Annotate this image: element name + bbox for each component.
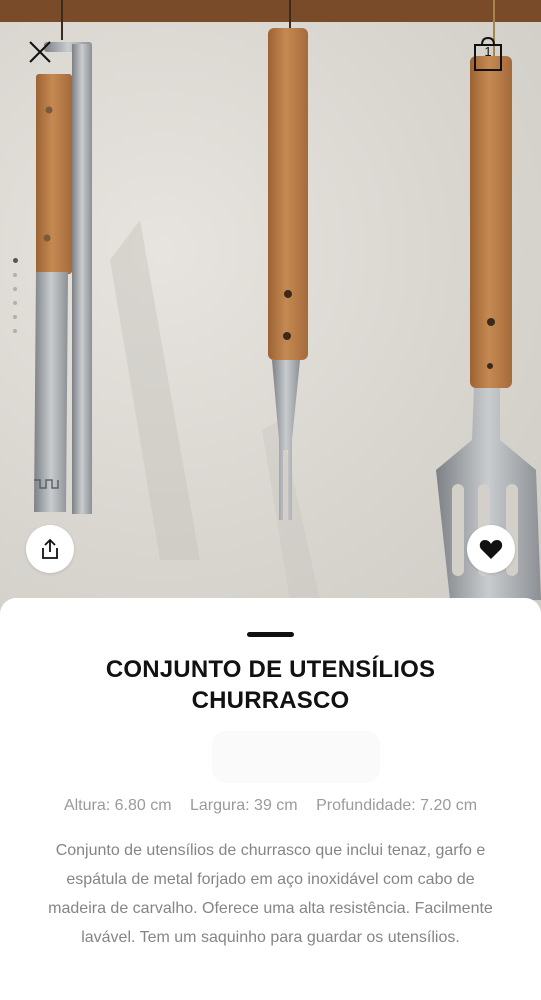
shopping-bag-button[interactable]: 1	[471, 36, 505, 72]
product-detail-screen: 1 CONJUNTO DE UTENSÍLIOS CHURRASCO Altur…	[0, 0, 541, 1000]
pager-dot[interactable]	[13, 287, 17, 291]
pager-dot[interactable]	[13, 273, 17, 277]
product-image[interactable]: 1	[0, 0, 541, 625]
product-description: Conjunto de utensílios de churrasco que …	[48, 842, 493, 946]
close-icon	[29, 41, 51, 63]
image-pager[interactable]	[13, 258, 21, 333]
share-button[interactable]	[26, 525, 74, 573]
close-button[interactable]	[24, 36, 56, 68]
product-title-line: CHURRASCO	[191, 687, 350, 714]
dimension-width: Largura: 39 cm	[190, 797, 298, 814]
pager-dot[interactable]	[13, 258, 18, 263]
share-icon	[42, 538, 58, 559]
heart-icon	[479, 540, 503, 559]
product-title-line: CONJUNTO DE UTENSÍLIOS	[105, 656, 436, 683]
pager-dot[interactable]	[13, 329, 17, 333]
bag-count-badge: 1	[484, 44, 492, 59]
product-title: CONJUNTO DE UTENSÍLIOS CHURRASCO	[40, 654, 501, 716]
pager-dot[interactable]	[13, 315, 17, 319]
dimension-depth: Profundidade: 7.20 cm	[316, 797, 478, 814]
utensils-photo	[0, 0, 541, 600]
dimension-height: Altura: 6.80 cm	[63, 797, 172, 814]
product-info-sheet: CONJUNTO DE UTENSÍLIOS CHURRASCO Altura:…	[0, 598, 541, 1000]
sheet-drag-handle[interactable]	[247, 632, 294, 637]
pager-dot[interactable]	[13, 301, 17, 305]
favorite-button[interactable]	[467, 525, 515, 573]
product-dimensions: Altura: 6.80 cm Largura: 39 cm Profundid…	[0, 797, 541, 815]
price-placeholder	[212, 731, 380, 783]
